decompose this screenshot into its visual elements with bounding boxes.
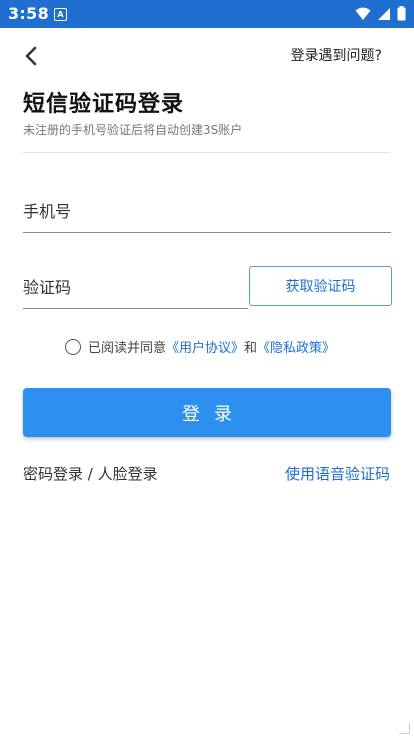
agreement-conjunction: 和	[244, 341, 258, 356]
password-login-link[interactable]: 密码登录	[23, 465, 83, 483]
agreement-prefix: 已阅读并同意	[88, 341, 167, 356]
battery-icon	[397, 6, 406, 21]
status-icons	[355, 6, 406, 21]
signal-icon	[378, 7, 390, 20]
face-login-link[interactable]: 人脸登录	[98, 465, 158, 483]
status-bar: 3:58 A	[0, 0, 414, 28]
phone-number-input[interactable]	[23, 194, 391, 233]
page-title: 短信验证码登录	[23, 92, 185, 117]
back-button[interactable]	[16, 42, 46, 70]
alt-login-separator: /	[83, 465, 98, 483]
chevron-left-icon	[25, 46, 37, 66]
wifi-icon	[355, 7, 371, 20]
login-button[interactable]: 登录	[23, 388, 391, 437]
privacy-policy-link[interactable]: 《隐私政策》	[257, 337, 335, 356]
login-help-link[interactable]: 登录遇到问题?	[291, 45, 382, 65]
agreement-row: 已阅读并同意 《用户协议》 和 《隐私政策》	[65, 337, 335, 356]
verification-code-input[interactable]	[23, 270, 248, 309]
user-agreement-link[interactable]: 《用户协议》	[166, 337, 244, 356]
page-subtitle: 未注册的手机号验证后将自动创建3S账户	[23, 123, 243, 137]
status-time: 3:58	[8, 4, 49, 23]
agreement-checkbox[interactable]	[65, 338, 81, 355]
corner-mark	[399, 723, 410, 734]
get-code-button[interactable]: 获取验证码	[249, 266, 392, 306]
alt-login-options: 密码登录 / 人脸登录	[23, 463, 158, 484]
voice-code-link[interactable]: 使用语音验证码	[285, 463, 390, 484]
divider	[23, 152, 391, 153]
notification-icon: A	[54, 8, 67, 21]
